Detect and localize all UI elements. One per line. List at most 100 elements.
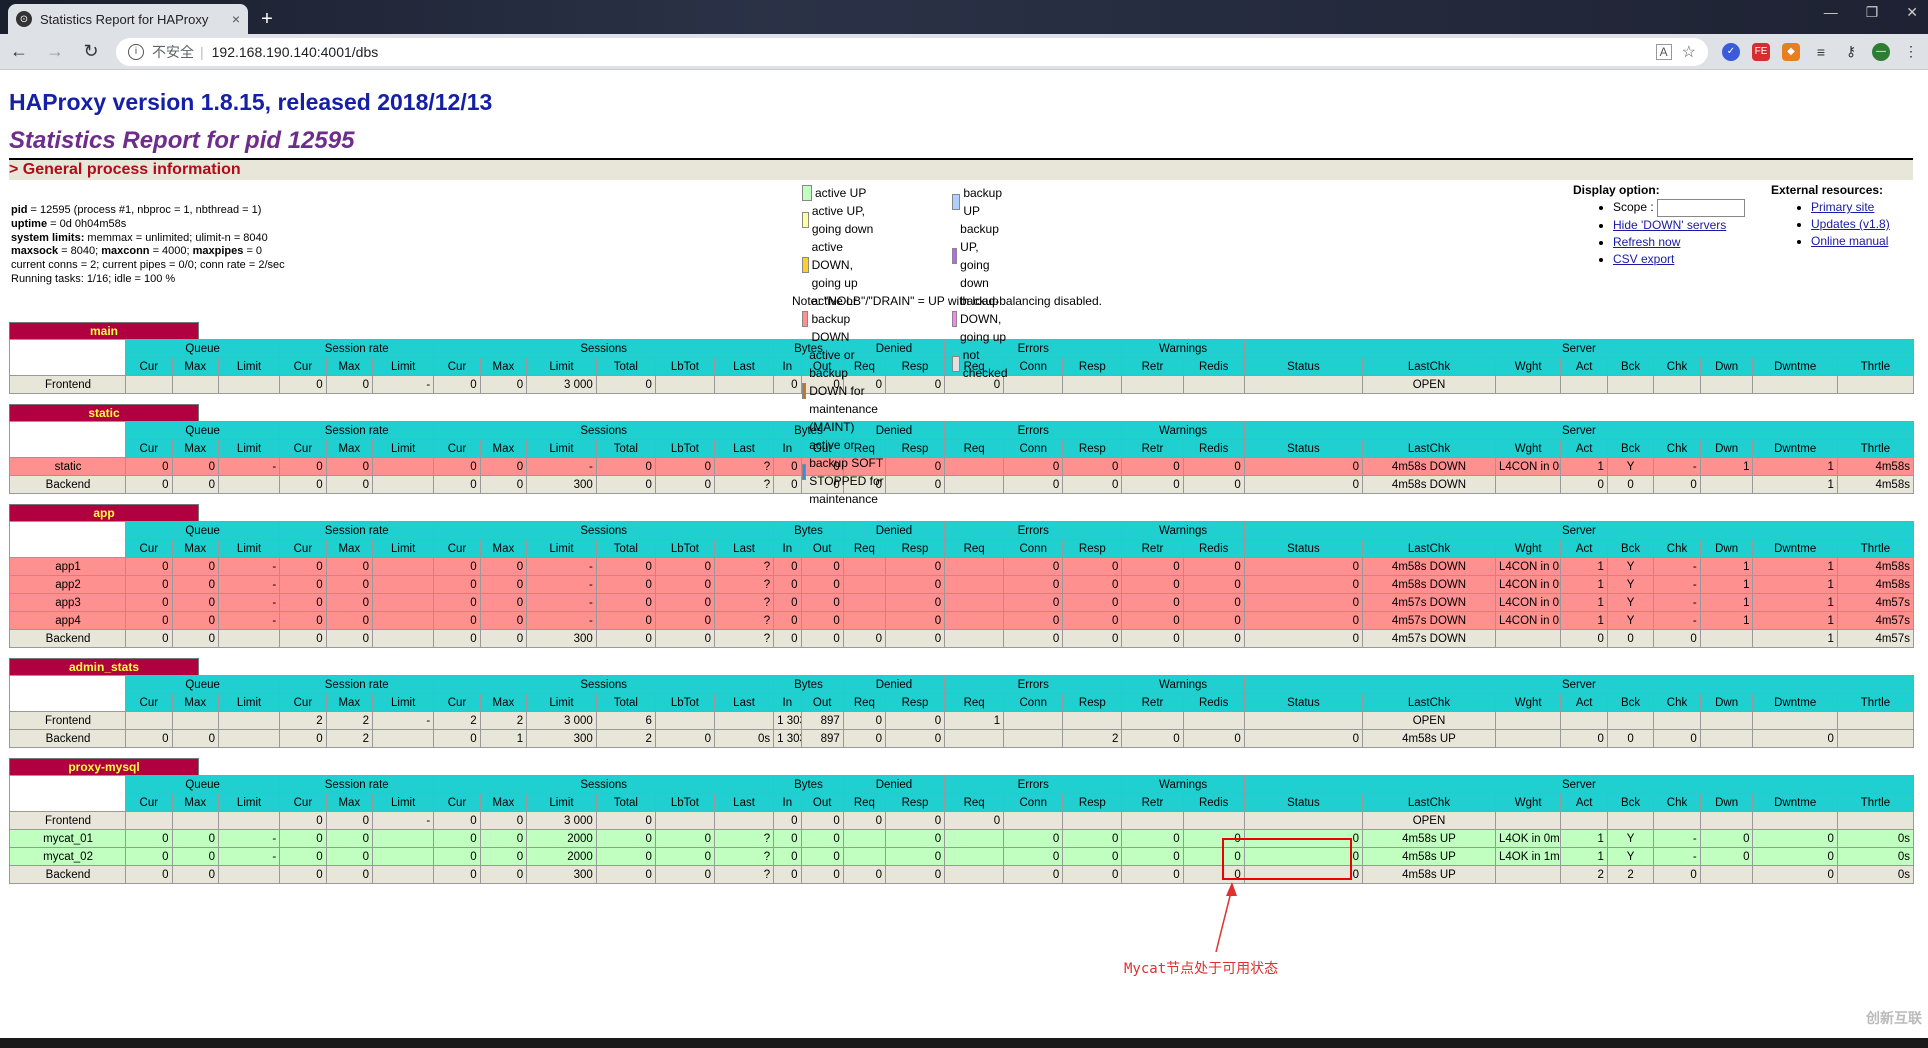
online-manual-link[interactable]: Online manual [1811, 234, 1888, 248]
server-name[interactable]: app3 [8, 593, 127, 612]
table-cell: 1 [1752, 575, 1838, 594]
taskbar [0, 1038, 1928, 1048]
table-cell: 0 [125, 629, 173, 648]
browser-tab[interactable]: ⊙ Statistics Report for HAProxy × [8, 4, 248, 34]
server-name[interactable]: Frontend [8, 811, 127, 830]
tab-close-icon[interactable]: × [232, 11, 240, 27]
server-name[interactable]: Backend [8, 629, 127, 648]
table-cell: 0 [654, 593, 715, 612]
table-cell: 0 [1182, 557, 1245, 576]
table-cell: 0 [125, 575, 173, 594]
proxy-name[interactable]: app [9, 504, 199, 521]
table-cell: 0 [1560, 475, 1608, 494]
close-window-icon[interactable]: ✕ [1906, 4, 1918, 21]
column-header: Req [842, 793, 886, 812]
column-header: Conn [1003, 693, 1064, 712]
table-cell: - [1653, 557, 1701, 576]
csv-export-link[interactable]: CSV export [1613, 252, 1674, 266]
legend-note: Note: "NOLB"/"DRAIN" = UP with load-bala… [792, 294, 1102, 308]
column-group-header: Server [1243, 339, 1914, 358]
table-cell: 0 [279, 865, 327, 884]
table-cell: 300 [526, 629, 597, 648]
primary-site-link[interactable]: Primary site [1811, 200, 1874, 214]
table-cell: 0 [1606, 475, 1655, 494]
server-name[interactable]: mycat_01 [8, 829, 127, 848]
column-header: Status [1243, 439, 1364, 458]
server-name[interactable]: app2 [8, 575, 127, 594]
back-icon[interactable]: ← [8, 41, 30, 62]
table-cell: 0s [713, 729, 775, 748]
key-icon[interactable]: ⚷ [1842, 43, 1860, 61]
column-group-header: Denied [842, 775, 946, 794]
table-cell: 2000 [526, 847, 597, 866]
table-cell: 0 [1606, 629, 1655, 648]
table-cell [372, 593, 435, 612]
server-name[interactable]: Backend [8, 475, 127, 494]
proxy-name[interactable]: static [9, 404, 199, 421]
table-cell: 4m57s [1836, 611, 1914, 630]
proxy-name[interactable]: admin_stats [9, 658, 199, 675]
fe-extension-icon[interactable]: FE [1752, 42, 1770, 61]
url-text[interactable]: 192.168.190.140:4001/dbs [212, 44, 1656, 60]
table-cell: 0 [279, 475, 327, 494]
table-cell: 0 [800, 865, 844, 884]
server-name[interactable]: Backend [8, 865, 127, 884]
table-cell: ? [713, 847, 775, 866]
extension-icon[interactable]: ✓ [1722, 42, 1740, 61]
table-cell: 1 [1699, 611, 1754, 630]
server-name[interactable]: app1 [8, 557, 127, 576]
reload-icon[interactable]: ↻ [80, 41, 102, 62]
column-group-header: Sessions [433, 775, 775, 794]
column-group-header: Sessions [433, 521, 775, 540]
legend-label: active UP [815, 186, 867, 200]
table-cell: 0 [1182, 629, 1245, 648]
server-name[interactable]: mycat_02 [8, 847, 127, 866]
profile-avatar[interactable]: — [1872, 42, 1890, 61]
hide-down-link[interactable]: Hide 'DOWN' servers [1613, 218, 1726, 232]
table-cell: 0 [842, 811, 886, 830]
server-name[interactable]: Backend [8, 729, 127, 748]
server-name[interactable]: Frontend [8, 711, 127, 730]
column-header: Wght [1494, 439, 1562, 458]
table-cell: 0 [171, 457, 219, 476]
menu-icon[interactable]: ⋮ [1902, 43, 1920, 61]
table-cell: 0 [1560, 729, 1608, 748]
reading-list-icon[interactable]: ≡ [1812, 43, 1830, 61]
proxy-name[interactable]: main [9, 322, 199, 339]
table-cell [1699, 375, 1754, 394]
translate-icon[interactable]: A [1655, 43, 1672, 60]
table-cell: 0 [1003, 593, 1064, 612]
table-cell: 0 [595, 557, 656, 576]
address-bar[interactable]: i 不安全 | 192.168.190.140:4001/dbs A ☆ [116, 37, 1708, 66]
new-tab-button[interactable]: + [254, 7, 280, 31]
maximize-icon[interactable]: ❐ [1866, 4, 1879, 21]
column-header: Redis [1182, 439, 1245, 458]
table-cell: - [526, 457, 597, 476]
column-header: Wght [1494, 693, 1562, 712]
updates-link[interactable]: Updates (v1.8) [1811, 217, 1890, 231]
metamask-icon[interactable]: ◆ [1782, 42, 1800, 61]
table-cell: ? [713, 611, 775, 630]
server-name[interactable]: static [8, 457, 127, 476]
column-header: Resp [1062, 693, 1123, 712]
info-icon[interactable]: i [128, 43, 144, 60]
column-header: Cur [433, 539, 481, 558]
server-name[interactable]: app4 [8, 611, 127, 630]
bookmark-star-icon[interactable]: ☆ [1682, 42, 1696, 62]
table-cell: 1 [1560, 575, 1608, 594]
forward-icon[interactable]: → [44, 41, 66, 62]
table-cell: 6 [595, 711, 656, 730]
column-header: Limit [372, 357, 435, 376]
proxy-name[interactable]: proxy-mysql [9, 758, 199, 775]
table-cell [944, 557, 1005, 576]
refresh-link[interactable]: Refresh now [1613, 235, 1680, 249]
minimize-icon[interactable]: — [1824, 4, 1838, 21]
column-group-header: Queue [125, 521, 281, 540]
table-cell [171, 811, 219, 830]
column-header: Act [1560, 693, 1608, 712]
scope-input[interactable] [1657, 199, 1746, 217]
column-group-header: Session rate [279, 421, 435, 440]
table-cell: 0 [1752, 847, 1838, 866]
table-cell: 0 [1003, 847, 1064, 866]
server-name[interactable]: Frontend [8, 375, 127, 394]
